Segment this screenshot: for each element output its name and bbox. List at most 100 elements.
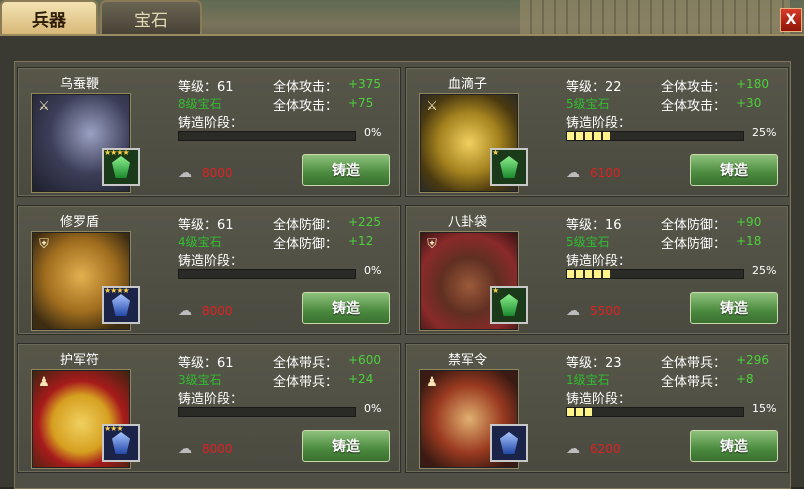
gem-level-label: 5级宝石	[566, 97, 610, 111]
shield-icon: ⛨	[427, 236, 437, 252]
gem-stars-icon: ★	[492, 286, 499, 295]
forge-stage-label: 铸造阶段：	[178, 392, 244, 407]
gem-stars-icon: ★	[492, 148, 499, 157]
silver-icon: ☁	[566, 441, 580, 457]
forge-progress-percent: 0%	[364, 126, 382, 139]
gem-level-label: 8级宝石	[178, 97, 222, 111]
stat-label: 全体带兵：	[661, 356, 727, 371]
item-card: 禁军令 ♟ 等级：23 全体带兵： +296 1级宝石 全体带兵： +8 铸造阶…	[405, 343, 789, 473]
tab-gems[interactable]: 宝石	[100, 0, 202, 34]
stat-label: 全体带兵：	[273, 356, 339, 371]
forge-button[interactable]: 铸造	[690, 292, 778, 324]
forge-stage-label: 铸造阶段：	[566, 392, 632, 407]
silver-icon: ☁	[178, 165, 192, 181]
stat-label: 全体攻击：	[273, 80, 339, 95]
forge-stage-label: 铸造阶段：	[566, 116, 632, 131]
stat-value: +375	[348, 77, 381, 91]
gem-level-label: 1级宝石	[566, 373, 610, 387]
level-label: 等级：16	[566, 218, 622, 233]
forge-progress-percent: 0%	[364, 402, 382, 415]
level-label: 等级：61	[178, 80, 234, 95]
level-label: 等级：22	[566, 80, 622, 95]
silver-icon: ☁	[566, 303, 580, 319]
forge-button[interactable]: 铸造	[302, 154, 390, 186]
silver-icon: ☁	[178, 303, 192, 319]
forge-cost: 8000	[202, 442, 233, 456]
forge-progress-bar	[566, 407, 744, 417]
forge-cost: 6200	[590, 442, 621, 456]
item-name: 护军符	[60, 353, 100, 368]
stat-value: +225	[348, 215, 381, 229]
item-name: 修罗盾	[60, 215, 100, 230]
forge-progress-bar	[178, 131, 356, 141]
forge-button[interactable]: 铸造	[302, 430, 390, 462]
forge-cost: 8000	[202, 304, 233, 318]
gem-stat-value: +12	[348, 234, 374, 248]
gem-stat-label: 全体攻击：	[273, 99, 339, 114]
forge-progress-percent: 0%	[364, 264, 382, 277]
item-name: 禁军令	[448, 353, 488, 368]
background-wall	[520, 0, 790, 38]
gem-stat-value: +8	[736, 372, 754, 386]
forge-progress-fill	[567, 132, 611, 140]
gem-stars-icon: ★★★★	[104, 286, 130, 295]
gem-icon	[500, 156, 518, 178]
forge-button[interactable]: 铸造	[690, 430, 778, 462]
forge-progress-bar	[178, 269, 356, 279]
stat-value: +600	[348, 353, 381, 367]
item-card: 八卦袋 ⛨ ★ 等级：16 全体防御： +90 5级宝石 全体防御： +18 铸…	[405, 205, 789, 335]
gem-icon	[500, 432, 518, 454]
forge-progress-bar	[178, 407, 356, 417]
gem-stat-label: 全体攻击：	[661, 99, 727, 114]
forge-cost: 6100	[590, 166, 621, 180]
close-button[interactable]: X	[780, 8, 802, 32]
stat-label: 全体防御：	[661, 218, 727, 233]
gem-icon	[112, 156, 130, 178]
stat-value: +90	[736, 215, 762, 229]
forge-button[interactable]: 铸造	[302, 292, 390, 324]
shield-icon: ⛨	[39, 236, 49, 252]
gem-stat-value: +75	[348, 96, 374, 110]
forge-progress-fill	[567, 408, 594, 416]
gem-stars-icon: ★★★	[104, 424, 123, 433]
stat-value: +296	[736, 353, 769, 367]
gem-stat-value: +24	[348, 372, 374, 386]
forge-button[interactable]: 铸造	[690, 154, 778, 186]
gem-slot[interactable]	[490, 424, 528, 462]
gem-stat-label: 全体防御：	[273, 237, 339, 252]
forge-cost: 8000	[202, 166, 233, 180]
item-name: 八卦袋	[448, 215, 488, 230]
gem-level-label: 3级宝石	[178, 373, 222, 387]
forge-progress-bar	[566, 269, 744, 279]
soldier-icon: ♟	[38, 374, 50, 390]
stat-value: +180	[736, 77, 769, 91]
level-label: 等级：23	[566, 356, 622, 371]
forge-progress-percent: 15%	[752, 402, 777, 415]
forge-progress-percent: 25%	[752, 264, 777, 277]
forge-cost: 5500	[590, 304, 621, 318]
item-card: 乌蚕鞭 ⚔ ★★★★ 等级：61 全体攻击： +375 8级宝石 全体攻击： +…	[17, 67, 401, 197]
gem-icon	[500, 294, 518, 316]
item-name: 血滴子	[448, 77, 488, 92]
forge-stage-label: 铸造阶段：	[566, 254, 632, 269]
gem-level-label: 4级宝石	[178, 235, 222, 249]
gem-icon	[112, 294, 130, 316]
forge-stage-label: 铸造阶段：	[178, 116, 244, 131]
forge-progress-bar	[566, 131, 744, 141]
item-name: 乌蚕鞭	[60, 77, 100, 92]
forge-progress-percent: 25%	[752, 126, 777, 139]
level-label: 等级：61	[178, 356, 234, 371]
forge-progress-fill	[567, 270, 611, 278]
silver-icon: ☁	[178, 441, 192, 457]
stat-label: 全体攻击：	[661, 80, 727, 95]
level-label: 等级：61	[178, 218, 234, 233]
weapon-icon: ⚔	[38, 98, 50, 114]
gem-stars-icon: ★★★★	[104, 148, 130, 157]
item-card: 血滴子 ⚔ ★ 等级：22 全体攻击： +180 5级宝石 全体攻击： +30 …	[405, 67, 789, 197]
tab-weapons[interactable]: 兵器	[0, 0, 98, 34]
item-card: 护军符 ♟ ★★★ 等级：61 全体带兵： +600 3级宝石 全体带兵： +2…	[17, 343, 401, 473]
forge-stage-label: 铸造阶段：	[178, 254, 244, 269]
silver-icon: ☁	[566, 165, 580, 181]
stat-label: 全体防御：	[273, 218, 339, 233]
gem-stat-label: 全体带兵：	[661, 375, 727, 390]
